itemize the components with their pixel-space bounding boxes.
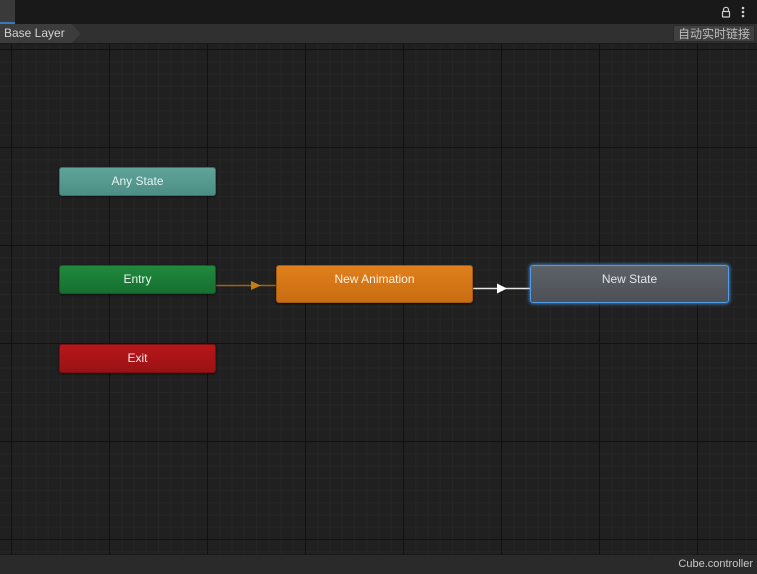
breadcrumb-base-layer[interactable]: Base Layer — [0, 24, 81, 43]
state-machine-graph[interactable]: Any State Entry Exit New Animation New S… — [0, 44, 757, 554]
auto-live-link-button[interactable]: 自动实时链接 — [672, 25, 755, 42]
state-entry[interactable]: Entry — [59, 265, 216, 294]
state-any-state[interactable]: Any State — [59, 167, 216, 196]
lock-icon[interactable] — [720, 6, 732, 18]
animator-window: Base Layer 自动实时链接 Any State Entry Exit N… — [0, 0, 757, 574]
state-new-state[interactable]: New State — [530, 265, 729, 303]
breadcrumb-bar: Base Layer 自动实时链接 — [0, 24, 757, 44]
vertical-ellipsis-icon[interactable] — [738, 5, 748, 19]
title-bar — [0, 0, 757, 24]
state-exit[interactable]: Exit — [59, 344, 216, 373]
state-new-animation[interactable]: New Animation — [276, 265, 473, 303]
transition-arrow — [497, 283, 507, 294]
animator-tab[interactable] — [0, 0, 15, 24]
status-bar: Cube.controller — [0, 554, 757, 574]
controller-filename: Cube.controller — [678, 558, 753, 570]
default-transition-arrow — [251, 281, 261, 290]
